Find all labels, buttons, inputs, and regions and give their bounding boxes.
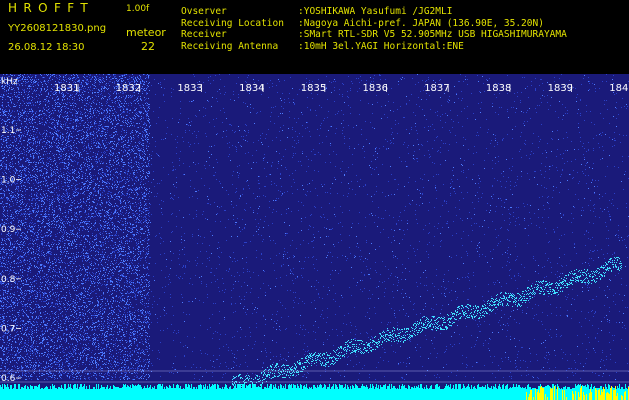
info-value: :YOSHIKAWA Yasufumi /JG2MLI [298, 6, 453, 17]
info-key: Ovserver [181, 6, 227, 17]
header-panel: HROFFT 1.00f YY2608121830.png 26.08.12 1… [0, 0, 629, 74]
bottom-band-fill [0, 391, 629, 400]
image-filename: YY2608121830.png [8, 23, 107, 34]
info-key: Receiver [181, 29, 227, 40]
info-value: :SMart RTL-SDR V5 52.905MHz USB HIGASHIM… [298, 29, 567, 40]
time-tick-label: 1835 [301, 83, 326, 94]
time-tick-label: 1831 [54, 83, 79, 94]
time-tick-label: 1838 [486, 83, 511, 94]
app-version: 1.00f [126, 4, 150, 14]
frequency-tick-label: 1.0 [1, 176, 16, 186]
info-value: :Nagoya Aichi-pref. JAPAN (136.90E, 35.2… [298, 17, 544, 29]
frequency-tick-label: 0.8 [1, 275, 16, 285]
info-key: Receiving Location [181, 17, 284, 29]
meteor-count-value: 22 [141, 40, 155, 53]
time-tick-label: 1836 [363, 83, 388, 94]
time-tick-label: 1832 [116, 83, 141, 94]
station-info: Ovserver :YOSHIKAWA Yasufumi /JG2MLI Rec… [181, 6, 567, 52]
info-row-observer: Ovserver :YOSHIKAWA Yasufumi /JG2MLI [181, 6, 567, 18]
spectrogram-panel: 1831 1832 1833 1834 1835 1836 1837 1838 1839 1840… [0, 74, 629, 400]
app-title: HROFFT [8, 1, 95, 15]
time-tick-label: 1840 [609, 83, 629, 94]
capture-datetime: 26.08.12 18:30 [8, 42, 85, 53]
info-row-antenna: Receiving Antenna :10mH 3el.YAGI Horizon… [181, 41, 567, 53]
info-row-receiver: Receiver :SMart RTL-SDR V5 52.905MHz USB… [181, 29, 567, 41]
frequency-tick-label: 0.7 [1, 324, 15, 334]
frequency-tick-label: 0.6 [1, 374, 16, 384]
info-key: Receiving Antenna [181, 40, 279, 52]
frequency-tick-label: 1.1 [1, 126, 15, 136]
info-row-location: Receiving Location :Nagoya Aichi-pref. J… [181, 18, 567, 30]
frequency-tick-label: 0.9 [1, 225, 16, 235]
meteor-count-label: meteor [126, 26, 166, 39]
spectrogram: 1831 1832 1833 1834 1835 1836 1837 1838 1839 1840… [0, 74, 629, 400]
info-value: :10mH 3el.YAGI Horizontal:ENE [298, 40, 464, 52]
time-tick-label: 1839 [548, 83, 573, 94]
time-tick-label: 1837 [424, 83, 449, 94]
time-tick-label: 1834 [239, 83, 264, 94]
frequency-unit-label: kHz [1, 77, 18, 87]
time-tick-label: 1833 [177, 83, 202, 94]
